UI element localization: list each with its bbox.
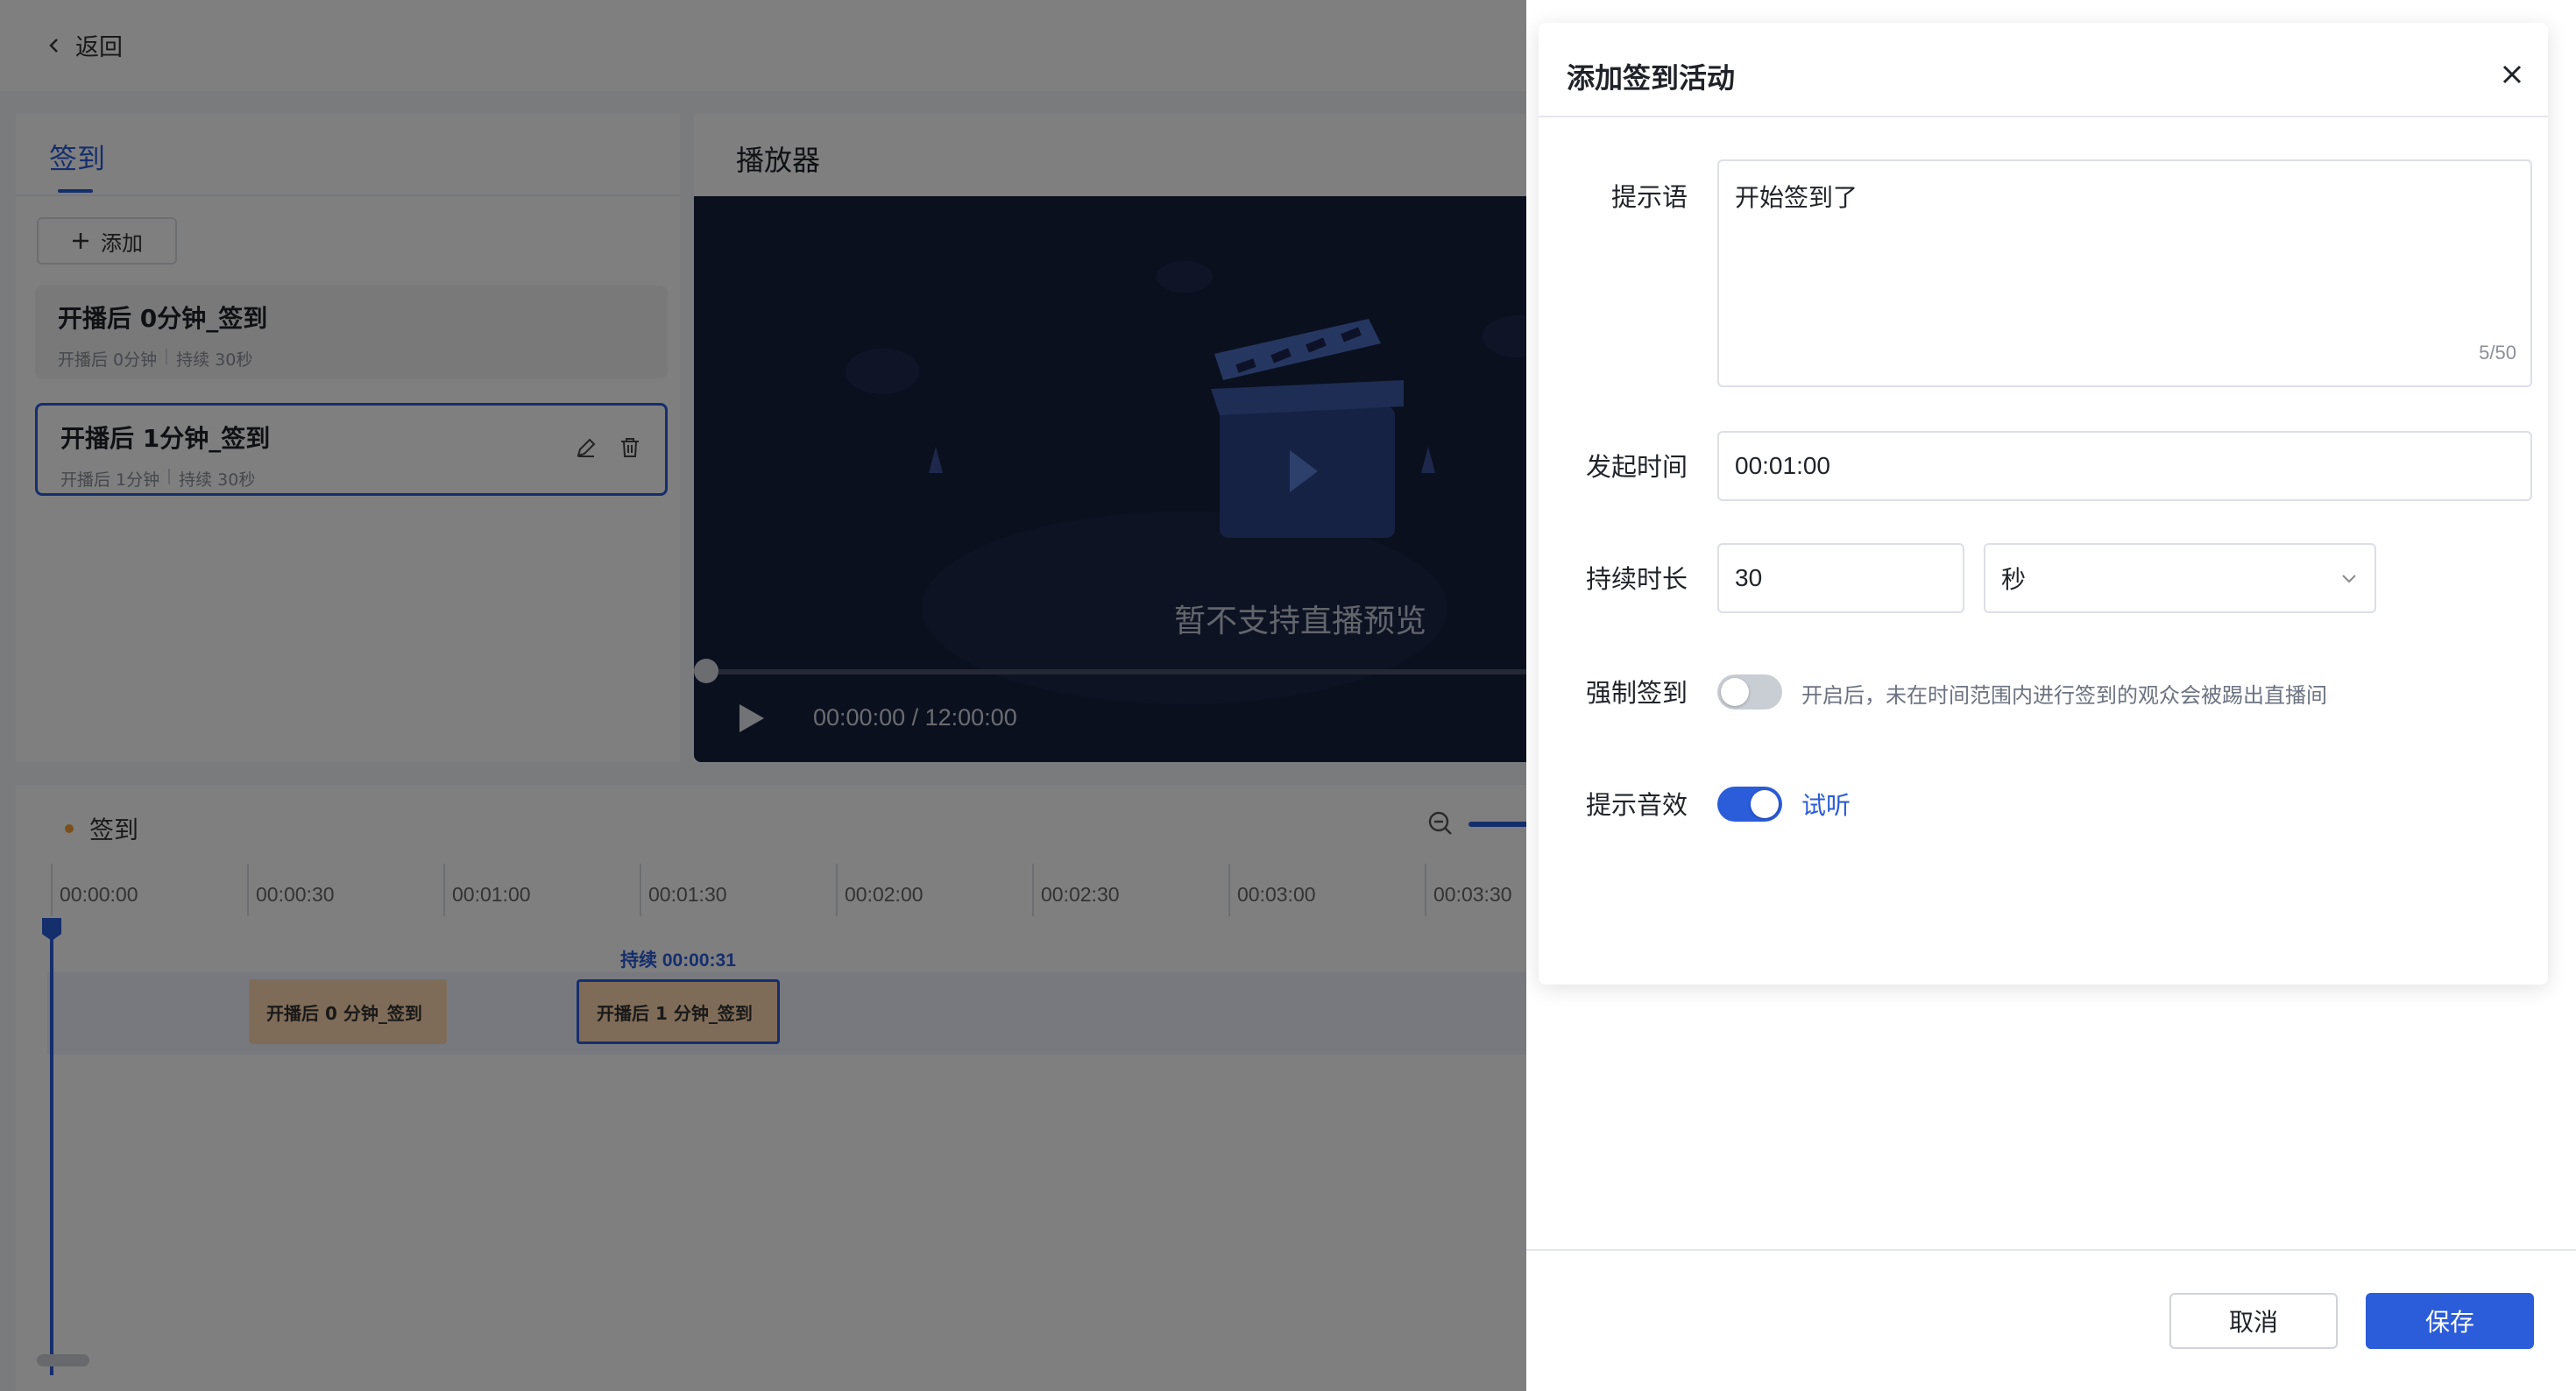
prompt-value: 开始签到了 [1735,183,1858,212]
start-time-label: 发起时间 [1585,452,1688,482]
force-checkin-label: 强制签到 [1585,678,1688,708]
cancel-button[interactable]: 取消 [2169,1293,2338,1349]
duration-value: 30 [1735,564,1763,591]
add-checkin-dialog: 添加签到活动 提示语 开始签到了 5/50 发起时间 00:01:00 持续时长… [1539,23,2548,985]
force-checkin-toggle[interactable] [1717,674,1782,710]
prompt-label: 提示语 [1610,182,1688,212]
start-time-value: 00:01:00 [1735,452,1830,479]
toggle-knob [1721,678,1749,706]
listen-link[interactable]: 试听 [1801,787,1851,822]
prompt-textarea[interactable]: 开始签到了 5/50 [1717,159,2532,387]
duration-unit-select[interactable]: 秒 [1984,543,2376,613]
save-button[interactable]: 保存 [2366,1293,2534,1349]
close-icon[interactable] [2501,63,2523,86]
chevron-down-icon [2342,575,2356,583]
sound-label: 提示音效 [1585,790,1688,820]
toggle-knob [1751,790,1779,818]
divider [1526,1249,2576,1251]
force-checkin-hint: 开启后，未在时间范围内进行签到的观众会被踢出直播间 [1801,683,2327,708]
sound-toggle[interactable] [1717,787,1782,822]
divider [1539,116,2548,117]
char-counter: 5/50 [2479,342,2516,364]
duration-label: 持续时长 [1585,564,1688,594]
dialog-title: 添加签到活动 [1567,61,1736,95]
start-time-input[interactable]: 00:01:00 [1717,431,2532,501]
modal-mask[interactable] [0,0,1526,1391]
duration-unit-value: 秒 [2001,565,2027,594]
duration-input[interactable]: 30 [1717,543,1964,613]
